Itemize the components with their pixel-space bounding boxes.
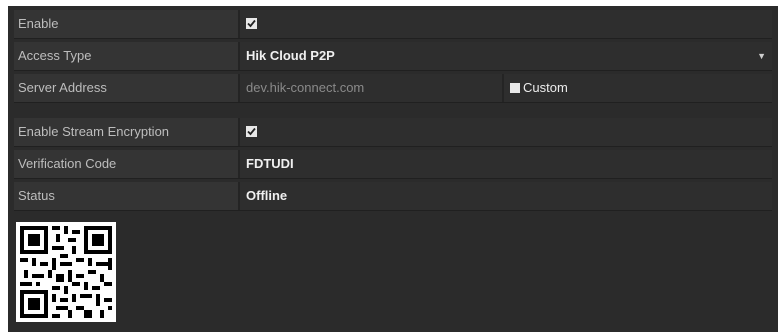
chevron-down-icon[interactable]: ▼	[757, 42, 766, 70]
divider	[502, 74, 504, 102]
enable-label: Enable	[14, 10, 240, 38]
server-address-value: dev.hik-connect.com	[246, 80, 365, 95]
stream-encryption-row: Enable Stream Encryption	[14, 118, 772, 147]
access-type-row: Access Type Hik Cloud P2P ▼	[14, 42, 772, 71]
verification-code-field[interactable]: FDTUDI	[240, 150, 772, 178]
server-address-field[interactable]: dev.hik-connect.com Custom	[240, 74, 772, 102]
verification-code-value: FDTUDI	[246, 156, 294, 171]
access-type-value: Hik Cloud P2P	[246, 48, 335, 63]
custom-option[interactable]: Custom	[510, 74, 568, 102]
stream-encryption-label: Enable Stream Encryption	[14, 118, 240, 146]
stream-encryption-value	[240, 118, 772, 146]
stream-encryption-checkbox[interactable]	[246, 126, 257, 137]
hik-connect-settings-panel: Enable Access Type Hik Cloud P2P ▼ Serve…	[8, 6, 778, 332]
status-label: Status	[14, 182, 240, 210]
server-address-row: Server Address dev.hik-connect.com Custo…	[14, 74, 772, 103]
verification-code-row: Verification Code FDTUDI	[14, 150, 772, 179]
qr-code-icon	[16, 222, 116, 322]
custom-label: Custom	[523, 80, 568, 95]
enable-value	[240, 10, 772, 38]
verification-code-label: Verification Code	[14, 150, 240, 178]
enable-row: Enable	[14, 10, 772, 39]
enable-checkbox[interactable]	[246, 18, 257, 29]
access-type-label: Access Type	[14, 42, 240, 70]
status-value-cell: Offline	[240, 182, 772, 210]
status-row: Status Offline	[14, 182, 772, 211]
server-address-label: Server Address	[14, 74, 240, 102]
access-type-select[interactable]: Hik Cloud P2P ▼	[240, 42, 772, 70]
status-value: Offline	[246, 188, 288, 203]
custom-checkbox[interactable]	[510, 83, 520, 93]
